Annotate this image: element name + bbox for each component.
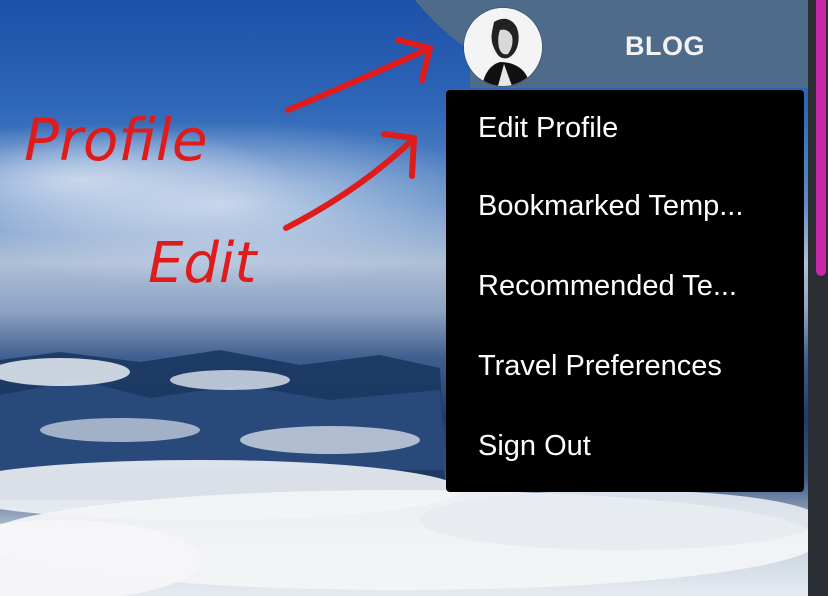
menu-item-bookmarked-templates[interactable]: Bookmarked Temp... (478, 176, 788, 236)
scrollbar-thumb[interactable] (816, 0, 826, 276)
menu-item-edit-profile[interactable]: Edit Profile (478, 98, 788, 158)
blog-nav-link[interactable]: BLOG (600, 26, 730, 66)
menu-item-recommended-templates[interactable]: Recommended Te... (478, 256, 788, 316)
menu-item-sign-out[interactable]: Sign Out (478, 416, 788, 476)
profile-dropdown-menu: Edit Profile Bookmarked Temp... Recommen… (446, 90, 804, 492)
profile-avatar-button[interactable] (464, 8, 542, 86)
user-avatar-icon (464, 8, 542, 86)
menu-item-travel-preferences[interactable]: Travel Preferences (478, 336, 788, 396)
